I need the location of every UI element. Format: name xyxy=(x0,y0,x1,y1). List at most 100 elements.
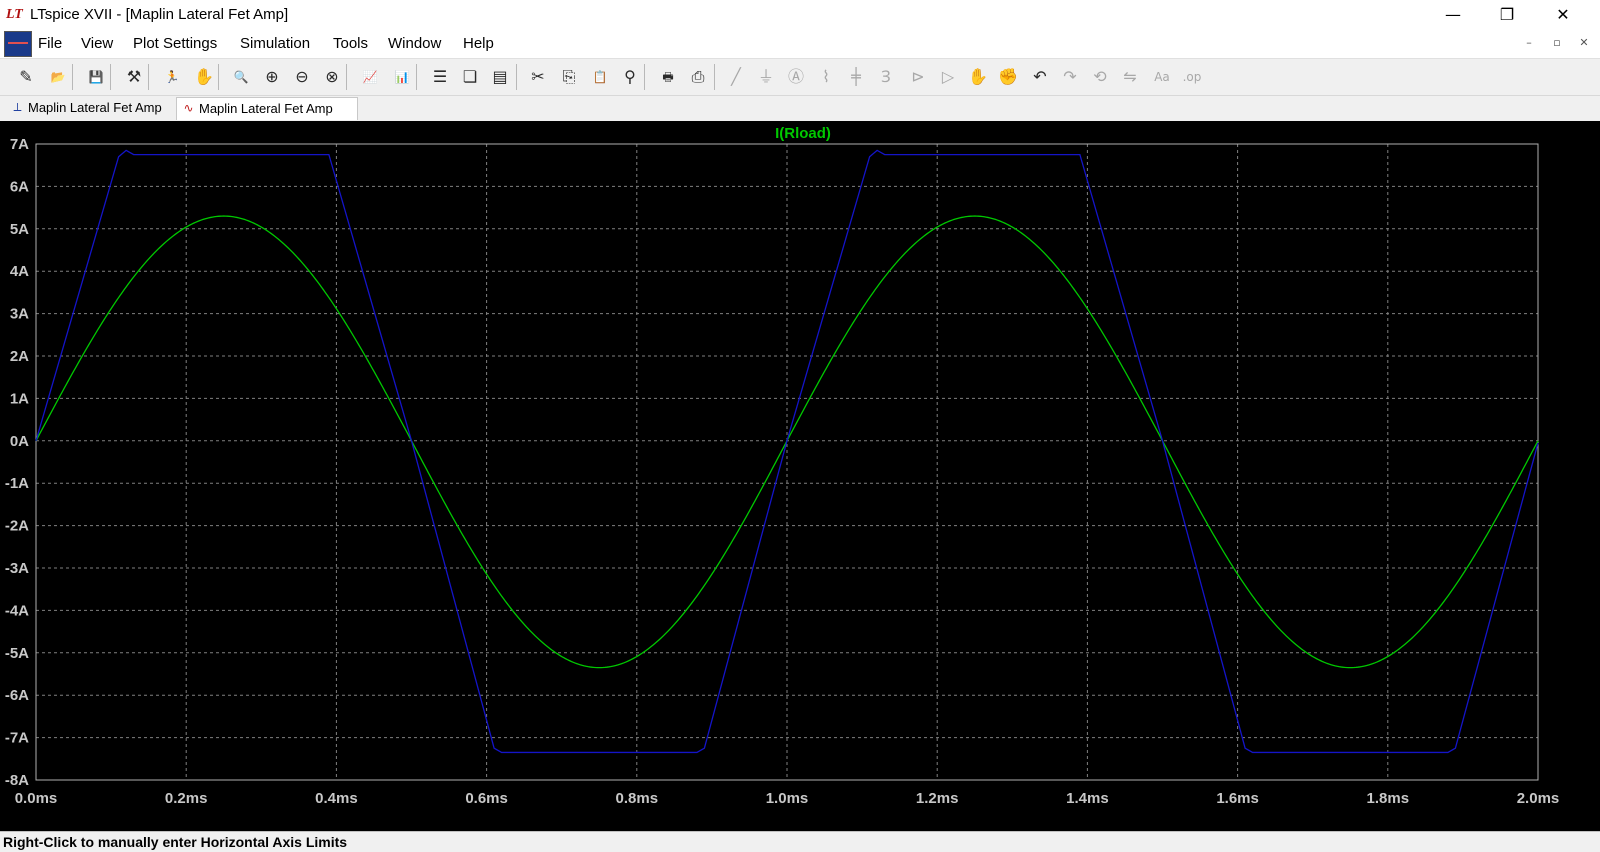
toolbar-separator xyxy=(714,64,715,90)
resistor-icon[interactable]: ⌇ xyxy=(814,65,838,89)
y-tick-label: -1A xyxy=(5,475,29,492)
mirror-icon[interactable]: ⇋ xyxy=(1118,65,1142,89)
x-tick-label: 1.8ms xyxy=(1367,790,1410,807)
x-tick-label: 0.0ms xyxy=(15,790,58,807)
save-icon[interactable]: 💾 xyxy=(84,65,108,89)
y-tick-label: -6A xyxy=(5,687,29,704)
title-bar: LT LTspice XVII - [Maplin Lateral Fet Am… xyxy=(0,0,1600,30)
text-icon[interactable]: Aa xyxy=(1150,65,1174,89)
y-tick-label: -8A xyxy=(5,772,29,789)
y-tick-label: 6A xyxy=(10,178,29,195)
x-tick-label: 0.8ms xyxy=(616,790,659,807)
control-panel-icon[interactable]: ⚒ xyxy=(122,65,146,89)
mdi-restore-button[interactable]: ▫ xyxy=(1545,36,1569,49)
x-tick-label: 1.0ms xyxy=(766,790,809,807)
document-waveform-icon[interactable] xyxy=(4,31,32,57)
print-icon[interactable]: 🖶 xyxy=(656,65,680,89)
paste-icon[interactable]: 📋 xyxy=(588,65,612,89)
mdi-close-button[interactable]: ✕ xyxy=(1572,36,1596,49)
toolbar-separator xyxy=(110,64,111,90)
move-icon[interactable]: ✋ xyxy=(966,65,990,89)
y-tick-label: 5A xyxy=(10,221,29,238)
diode-icon[interactable]: ⊳ xyxy=(906,65,930,89)
redo-icon[interactable]: ↷ xyxy=(1058,65,1082,89)
status-bar: Right-Click to manually enter Horizontal… xyxy=(0,831,1600,852)
autorange-icon[interactable]: 📈 xyxy=(358,65,382,89)
waveform-icon: ∿ xyxy=(183,101,194,115)
zoom-area-icon[interactable]: ⊕ xyxy=(260,65,284,89)
tab-schematic[interactable]: ⟂ Maplin Lateral Fet Amp xyxy=(6,97,184,119)
x-tick-label: 1.2ms xyxy=(916,790,959,807)
y-tick-label: 1A xyxy=(10,390,29,407)
y-tick-label: -5A xyxy=(5,645,29,662)
drag-icon[interactable]: ✊ xyxy=(996,65,1020,89)
minimize-button[interactable]: — xyxy=(1430,2,1476,28)
y-tick-label: 2A xyxy=(10,348,29,365)
x-tick-label: 0.6ms xyxy=(465,790,508,807)
waveform-plot-pane[interactable]: 0.0ms 0.2ms 0.4ms 0.6ms 0.8ms 1.0ms 1.2ms 1.4ms… xyxy=(0,121,1600,831)
zoom-cancel-icon[interactable]: ⊗ xyxy=(320,65,344,89)
run-icon[interactable]: 🏃 xyxy=(160,65,184,89)
y-tick-label: 4A xyxy=(10,263,29,280)
tab-label: Maplin Lateral Fet Amp xyxy=(28,100,162,115)
y-tick-label: 0A xyxy=(10,433,29,450)
label-net-icon[interactable]: Ⓐ xyxy=(784,65,808,89)
new-schematic-icon[interactable]: ✎ xyxy=(14,65,38,89)
menu-file[interactable]: File xyxy=(38,35,62,52)
mdi-minimize-button[interactable]: – xyxy=(1517,36,1541,49)
tab-waveform[interactable]: ∿ Maplin Lateral Fet Amp xyxy=(176,97,358,120)
open-folder-icon[interactable]: 📂 xyxy=(46,65,70,89)
menu-bar: File View Plot Settings Simulation Tools… xyxy=(0,30,1600,59)
wire-icon[interactable]: ╱ xyxy=(724,65,748,89)
x-tick-label: 2.0ms xyxy=(1517,790,1560,807)
toolbar-separator xyxy=(644,64,645,90)
find-icon[interactable]: ⚲ xyxy=(618,65,642,89)
menu-tools[interactable]: Tools xyxy=(333,35,368,52)
tile-vertical-icon[interactable]: ▤ xyxy=(488,65,512,89)
undo-icon[interactable]: ↶ xyxy=(1028,65,1052,89)
menu-window[interactable]: Window xyxy=(388,35,441,52)
halt-icon[interactable]: ✋ xyxy=(192,65,216,89)
menu-help[interactable]: Help xyxy=(463,35,494,52)
close-button[interactable]: ✕ xyxy=(1540,2,1586,28)
rotate-icon[interactable]: ⟲ xyxy=(1088,65,1112,89)
menu-view[interactable]: View xyxy=(81,35,113,52)
toolbar-separator xyxy=(72,64,73,90)
cascade-icon[interactable]: ❏ xyxy=(458,65,482,89)
menu-plot-settings[interactable]: Plot Settings xyxy=(133,35,217,52)
ground-icon[interactable]: ⏚ xyxy=(754,65,778,89)
toolbar-separator xyxy=(148,64,149,90)
toolbar-separator xyxy=(346,64,347,90)
tile-horizontal-icon[interactable]: ☰ xyxy=(428,65,452,89)
y-tick-label: -7A xyxy=(5,730,29,747)
status-text: Right-Click to manually enter Horizontal… xyxy=(3,834,348,850)
copy-icon[interactable]: ⎘ xyxy=(557,65,581,89)
inductor-icon[interactable]: Ɜ xyxy=(874,65,898,89)
cut-icon[interactable]: ✂ xyxy=(526,65,550,89)
y-tick-label: -2A xyxy=(5,518,29,535)
x-tick-label: 1.6ms xyxy=(1216,790,1259,807)
y-tick-label: 7A xyxy=(10,136,29,153)
zoom-out-icon[interactable]: ⊖ xyxy=(290,65,314,89)
schematic-icon: ⟂ xyxy=(13,100,22,114)
x-tick-label: 0.2ms xyxy=(165,790,208,807)
spice-directive-icon[interactable]: .op xyxy=(1180,65,1204,89)
zoom-in-icon[interactable]: 🔍 xyxy=(229,65,253,89)
y-tick-label: 3A xyxy=(10,306,29,323)
menu-simulation[interactable]: Simulation xyxy=(240,35,310,52)
y-tick-label: -3A xyxy=(5,560,29,577)
toolbar: ✎ 📂 💾 ⚒ 🏃 ✋ 🔍 ⊕ ⊖ ⊗ 📈 📊 ☰ ❏ ▤ ✂ ⎘ 📋 ⚲ 🖶 ⎙ ╱ ⏚ Ⓐ ⌇ ╪ Ɜ ⊳ ▷ ✋ ✊ ↶ ↷ ⟲ ⇋ Aa .op xyxy=(0,59,1600,96)
fft-icon[interactable]: 📊 xyxy=(390,65,414,89)
print-setup-icon[interactable]: ⎙ xyxy=(686,65,710,89)
component-icon[interactable]: ▷ xyxy=(936,65,960,89)
waveform-plot[interactable]: 0.0ms 0.2ms 0.4ms 0.6ms 0.8ms 1.0ms 1.2ms 1.4ms… xyxy=(0,121,1600,831)
capacitor-icon[interactable]: ╪ xyxy=(844,65,868,89)
x-tick-label: 1.4ms xyxy=(1066,790,1109,807)
plot-title[interactable]: I(Rload) xyxy=(775,125,831,142)
tab-label: Maplin Lateral Fet Amp xyxy=(199,101,333,116)
toolbar-separator xyxy=(416,64,417,90)
window-title: LTspice XVII - [Maplin Lateral Fet Amp] xyxy=(30,6,289,23)
ltspice-logo-icon: LT xyxy=(6,7,23,22)
x-tick-label: 0.4ms xyxy=(315,790,358,807)
restore-button[interactable]: ❐ xyxy=(1484,2,1530,28)
